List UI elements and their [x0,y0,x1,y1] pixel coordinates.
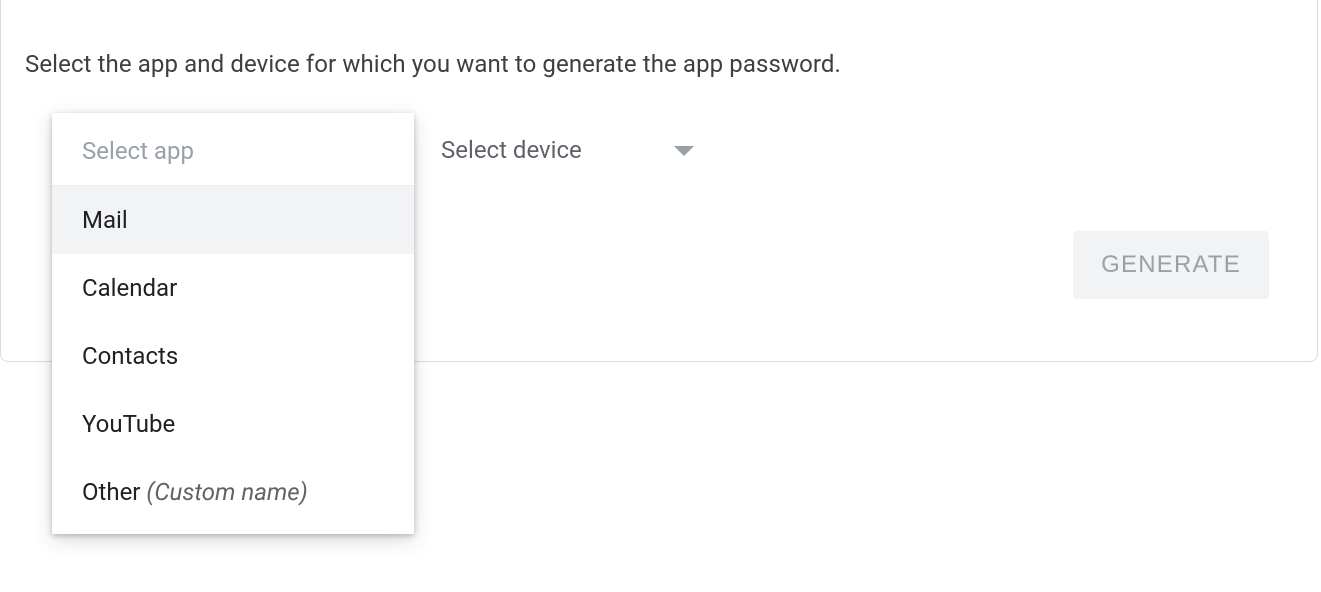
app-option-calendar[interactable]: Calendar [52,254,414,322]
app-option-youtube[interactable]: YouTube [52,390,414,458]
chevron-down-icon [672,138,696,162]
app-select-label: Select app [52,113,414,186]
generate-button[interactable]: GENERATE [1073,231,1269,299]
device-select[interactable]: Select device [441,136,761,164]
app-option-mail[interactable]: Mail [52,186,414,254]
app-option-label: Calendar [82,274,177,302]
app-select-dropdown[interactable]: Select app Mail Calendar Contacts YouTube Ot… [52,113,414,534]
app-option-other[interactable]: Other (Custom name) [52,458,414,526]
device-select-label: Select device [441,136,582,164]
instruction-text: Select the app and device for which you … [25,50,841,78]
app-option-contacts[interactable]: Contacts [52,322,414,390]
app-option-hint: (Custom name) [146,478,307,506]
app-option-label: YouTube [82,410,175,438]
app-option-label: Mail [82,206,128,234]
app-option-label: Other [82,478,140,506]
app-option-label: Contacts [82,342,178,370]
